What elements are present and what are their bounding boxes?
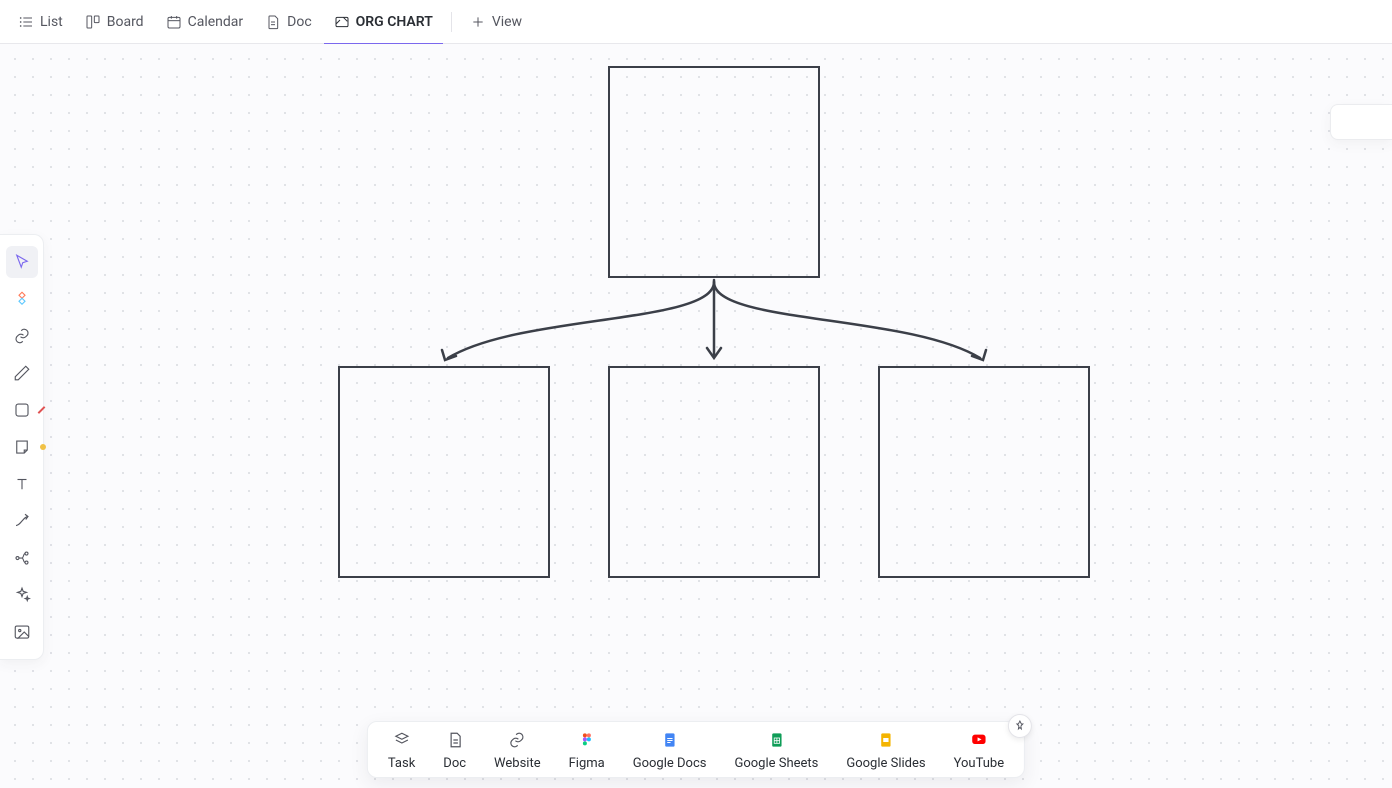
image-icon bbox=[13, 623, 31, 641]
tool-sticky[interactable] bbox=[6, 431, 38, 463]
calendar-icon bbox=[166, 14, 182, 30]
tab-list[interactable]: List bbox=[8, 0, 73, 44]
left-toolbar bbox=[0, 234, 44, 660]
dock-task[interactable]: Task bbox=[374, 730, 429, 771]
youtube-icon bbox=[969, 730, 989, 750]
org-chart-child-box-2[interactable] bbox=[608, 366, 820, 578]
tool-mindmap[interactable] bbox=[6, 542, 38, 574]
dock-youtube-label: YouTube bbox=[954, 756, 1005, 771]
shape-color-indicator bbox=[37, 406, 45, 414]
tool-text[interactable] bbox=[6, 468, 38, 500]
text-icon bbox=[13, 475, 31, 493]
tool-pointer[interactable] bbox=[6, 246, 38, 278]
task-icon bbox=[392, 730, 412, 750]
website-icon bbox=[507, 730, 527, 750]
google-sheets-icon bbox=[766, 730, 786, 750]
pointer-icon bbox=[13, 253, 31, 271]
pen-icon bbox=[13, 364, 31, 382]
dock-website[interactable]: Website bbox=[480, 730, 555, 771]
tab-org-chart[interactable]: ORG CHART bbox=[324, 0, 443, 44]
tool-clickup-generate[interactable] bbox=[6, 283, 38, 315]
pin-icon bbox=[1014, 720, 1026, 732]
dock-google-sheets-label: Google Sheets bbox=[734, 756, 818, 771]
doc-icon bbox=[265, 14, 281, 30]
tab-calendar-label: Calendar bbox=[188, 14, 244, 30]
dock-google-docs[interactable]: Google Docs bbox=[619, 730, 721, 771]
dock-doc-label: Doc bbox=[443, 756, 466, 771]
tab-doc-label: Doc bbox=[287, 14, 312, 30]
org-chart-child-box-3[interactable] bbox=[878, 366, 1090, 578]
sparkle-layers-icon bbox=[13, 290, 31, 308]
org-chart-child-box-1[interactable] bbox=[338, 366, 550, 578]
tool-image[interactable] bbox=[6, 616, 38, 648]
dock-google-docs-label: Google Docs bbox=[633, 756, 707, 771]
link-icon bbox=[13, 327, 31, 345]
dock-website-label: Website bbox=[494, 756, 541, 771]
dock-figma-label: Figma bbox=[569, 756, 605, 771]
connector-icon bbox=[13, 512, 31, 530]
dock-google-slides-label: Google Slides bbox=[846, 756, 925, 771]
tool-shape[interactable] bbox=[6, 394, 38, 426]
whiteboard-icon bbox=[334, 14, 350, 30]
insert-dock: Task Doc Website Figma Google Docs bbox=[367, 721, 1025, 778]
org-chart-root-box[interactable] bbox=[608, 66, 820, 278]
google-docs-icon bbox=[660, 730, 680, 750]
tool-connector[interactable] bbox=[6, 505, 38, 537]
tab-doc[interactable]: Doc bbox=[255, 0, 322, 44]
google-slides-icon bbox=[876, 730, 896, 750]
dock-doc[interactable]: Doc bbox=[429, 730, 480, 771]
tab-add-view-label: View bbox=[492, 14, 522, 30]
doc-item-icon bbox=[445, 730, 465, 750]
dock-figma[interactable]: Figma bbox=[555, 730, 619, 771]
list-icon bbox=[18, 14, 34, 30]
sticky-color-indicator bbox=[40, 444, 46, 450]
tool-ai[interactable] bbox=[6, 579, 38, 611]
sticky-note-icon bbox=[13, 438, 31, 456]
tab-org-chart-label: ORG CHART bbox=[356, 14, 433, 30]
tab-add-view[interactable]: View bbox=[460, 0, 532, 44]
tabs-divider bbox=[451, 12, 452, 32]
sparkles-icon bbox=[13, 586, 31, 604]
whiteboard-canvas[interactable]: Task Doc Website Figma Google Docs bbox=[0, 44, 1392, 788]
tab-board[interactable]: Board bbox=[75, 0, 154, 44]
tab-list-label: List bbox=[40, 14, 63, 30]
dock-task-label: Task bbox=[388, 756, 415, 771]
board-icon bbox=[85, 14, 101, 30]
figma-icon bbox=[577, 730, 597, 750]
pen-color-indicator bbox=[40, 370, 46, 376]
tab-calendar[interactable]: Calendar bbox=[156, 0, 254, 44]
square-icon bbox=[13, 401, 31, 419]
mindmap-icon bbox=[13, 549, 31, 567]
top-tabs: List Board Calendar Doc ORG CHART View bbox=[0, 0, 1392, 44]
floating-right-panel[interactable] bbox=[1330, 104, 1392, 140]
dock-google-sheets[interactable]: Google Sheets bbox=[720, 730, 832, 771]
tool-link[interactable] bbox=[6, 320, 38, 352]
dock-pin-button[interactable] bbox=[1008, 714, 1032, 738]
tool-pen[interactable] bbox=[6, 357, 38, 389]
tab-board-label: Board bbox=[107, 14, 144, 30]
dock-youtube[interactable]: YouTube bbox=[940, 730, 1019, 771]
plus-icon bbox=[470, 14, 486, 30]
dock-google-slides[interactable]: Google Slides bbox=[832, 730, 939, 771]
